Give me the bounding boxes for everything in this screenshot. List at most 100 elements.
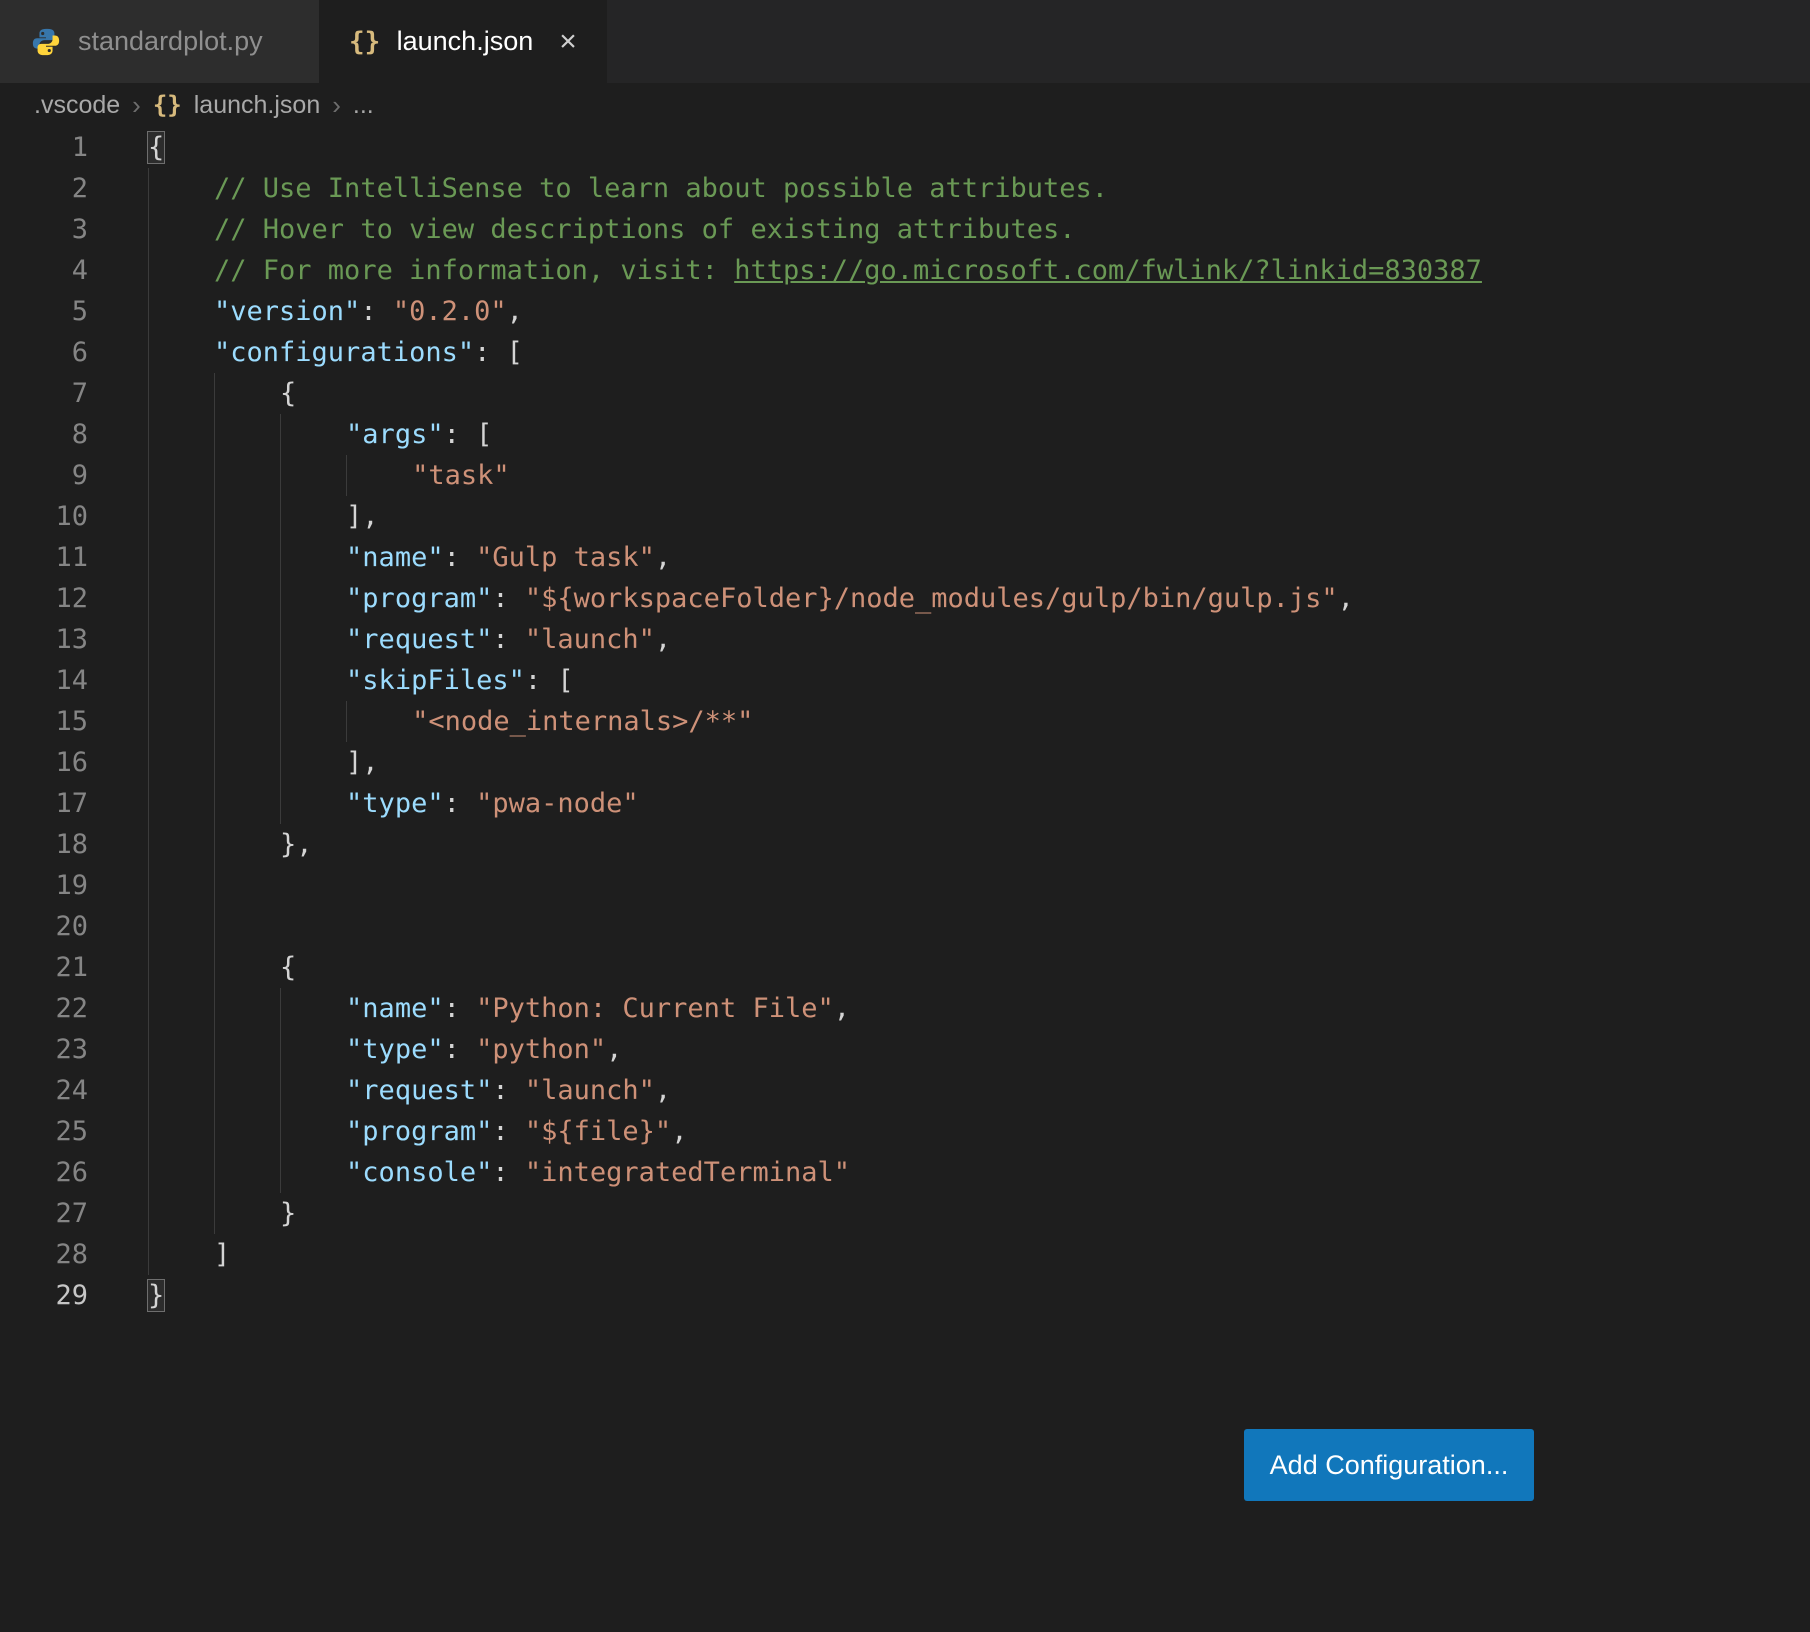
line-number[interactable]: 9	[0, 455, 100, 496]
chevron-right-icon: ›	[132, 90, 141, 121]
code-line[interactable]: 26"console": "integratedTerminal"	[0, 1152, 1810, 1193]
line-number[interactable]: 5	[0, 291, 100, 332]
tab-standardplot-py[interactable]: standardplot.py	[0, 0, 319, 83]
line-number[interactable]: 12	[0, 578, 100, 619]
line-number[interactable]: 8	[0, 414, 100, 455]
indent-guide	[214, 988, 280, 1029]
breadcrumb-item-launch-json[interactable]: launch.json	[194, 91, 320, 120]
line-number[interactable]: 16	[0, 742, 100, 783]
line-number[interactable]: 21	[0, 947, 100, 988]
json-icon: {}	[349, 26, 381, 58]
indent-guide	[280, 988, 346, 1029]
code-line[interactable]: 20	[0, 906, 1810, 947]
line-number[interactable]: 4	[0, 250, 100, 291]
code-line[interactable]: 17"type": "pwa-node"	[0, 783, 1810, 824]
code-line[interactable]: 3// Hover to view descriptions of existi…	[0, 209, 1810, 250]
code-line[interactable]: 2// Use IntelliSense to learn about poss…	[0, 168, 1810, 209]
code-line[interactable]: 23"type": "python",	[0, 1029, 1810, 1070]
code-line[interactable]: 21{	[0, 947, 1810, 988]
code-token: "launch"	[525, 624, 655, 655]
code-token: "request"	[346, 624, 492, 655]
code-token: "request"	[346, 1075, 492, 1106]
code-line[interactable]: 14"skipFiles": [	[0, 660, 1810, 701]
breadcrumb: .vscode › {} launch.json › ...	[0, 83, 1810, 127]
line-number[interactable]: 6	[0, 332, 100, 373]
line-number[interactable]: 2	[0, 168, 100, 209]
line-number[interactable]: 3	[0, 209, 100, 250]
code-line[interactable]: 5"version": "0.2.0",	[0, 291, 1810, 332]
code-line[interactable]: 28]	[0, 1234, 1810, 1275]
code-line[interactable]: 6"configurations": [	[0, 332, 1810, 373]
code-line[interactable]: 24"request": "launch",	[0, 1070, 1810, 1111]
code-line[interactable]: 22"name": "Python: Current File",	[0, 988, 1810, 1029]
breadcrumb-item-symbols[interactable]: ...	[353, 91, 374, 120]
code-line[interactable]: 12"program": "${workspaceFolder}/node_mo…	[0, 578, 1810, 619]
line-number[interactable]: 29	[0, 1275, 100, 1316]
line-number[interactable]: 10	[0, 496, 100, 537]
code-token: "program"	[346, 1116, 492, 1147]
indent-guide	[148, 906, 214, 947]
code-content: // Use IntelliSense to learn about possi…	[100, 168, 1108, 209]
code-content: }	[100, 1275, 164, 1316]
json-icon: {}	[153, 91, 182, 119]
code-content	[100, 906, 280, 947]
code-line[interactable]: 16],	[0, 742, 1810, 783]
code-line[interactable]: 1{	[0, 127, 1810, 168]
code-token: ,	[671, 1116, 687, 1147]
code-line[interactable]: 18},	[0, 824, 1810, 865]
indent-guide	[214, 824, 280, 865]
code-line[interactable]: 27}	[0, 1193, 1810, 1234]
code-line[interactable]: 19	[0, 865, 1810, 906]
tab-launch-json[interactable]: {} launch.json ×	[319, 0, 607, 83]
line-number[interactable]: 20	[0, 906, 100, 947]
line-number[interactable]: 23	[0, 1029, 100, 1070]
code-line[interactable]: 4// For more information, visit: https:/…	[0, 250, 1810, 291]
code-content: // For more information, visit: https://…	[100, 250, 1482, 291]
code-token: "skipFiles"	[346, 665, 525, 696]
indent-guide	[148, 578, 214, 619]
line-number[interactable]: 26	[0, 1152, 100, 1193]
code-line[interactable]: 25"program": "${file}",	[0, 1111, 1810, 1152]
line-number[interactable]: 11	[0, 537, 100, 578]
line-number[interactable]: 15	[0, 701, 100, 742]
line-number[interactable]: 13	[0, 619, 100, 660]
close-icon[interactable]: ×	[559, 27, 577, 57]
line-number[interactable]: 22	[0, 988, 100, 1029]
line-number[interactable]: 14	[0, 660, 100, 701]
code-token: // For more information, visit:	[214, 255, 734, 286]
line-number[interactable]: 1	[0, 127, 100, 168]
breadcrumb-item-vscode[interactable]: .vscode	[34, 91, 120, 120]
code-line[interactable]: 15"<node_internals>/**"	[0, 701, 1810, 742]
code-token: ,	[1338, 583, 1354, 614]
line-number[interactable]: 19	[0, 865, 100, 906]
line-number[interactable]: 7	[0, 373, 100, 414]
indent-guide	[214, 1070, 280, 1111]
code-content	[100, 865, 280, 906]
indent-guide	[148, 291, 214, 332]
code-line[interactable]: 9"task"	[0, 455, 1810, 496]
code-line[interactable]: 7{	[0, 373, 1810, 414]
indent-guide	[214, 578, 280, 619]
line-number[interactable]: 18	[0, 824, 100, 865]
code-token: ],	[346, 501, 379, 532]
code-line[interactable]: 10],	[0, 496, 1810, 537]
line-number[interactable]: 27	[0, 1193, 100, 1234]
line-number[interactable]: 17	[0, 783, 100, 824]
code-token: {	[280, 378, 296, 409]
indent-guide	[280, 1152, 346, 1193]
code-line[interactable]: 29}	[0, 1275, 1810, 1316]
code-line[interactable]: 8"args": [	[0, 414, 1810, 455]
code-token: ]	[214, 1239, 230, 1270]
indent-guide	[148, 619, 214, 660]
line-number[interactable]: 25	[0, 1111, 100, 1152]
indent-guide	[148, 496, 214, 537]
add-configuration-button[interactable]: Add Configuration...	[1244, 1429, 1534, 1501]
comment-link[interactable]: https://go.microsoft.com/fwlink/?linkid=…	[734, 255, 1482, 286]
code-content: },	[100, 824, 313, 865]
code-content: {	[100, 947, 296, 988]
code-line[interactable]: 11"name": "Gulp task",	[0, 537, 1810, 578]
code-token: ,	[606, 1034, 622, 1065]
code-line[interactable]: 13"request": "launch",	[0, 619, 1810, 660]
line-number[interactable]: 24	[0, 1070, 100, 1111]
line-number[interactable]: 28	[0, 1234, 100, 1275]
